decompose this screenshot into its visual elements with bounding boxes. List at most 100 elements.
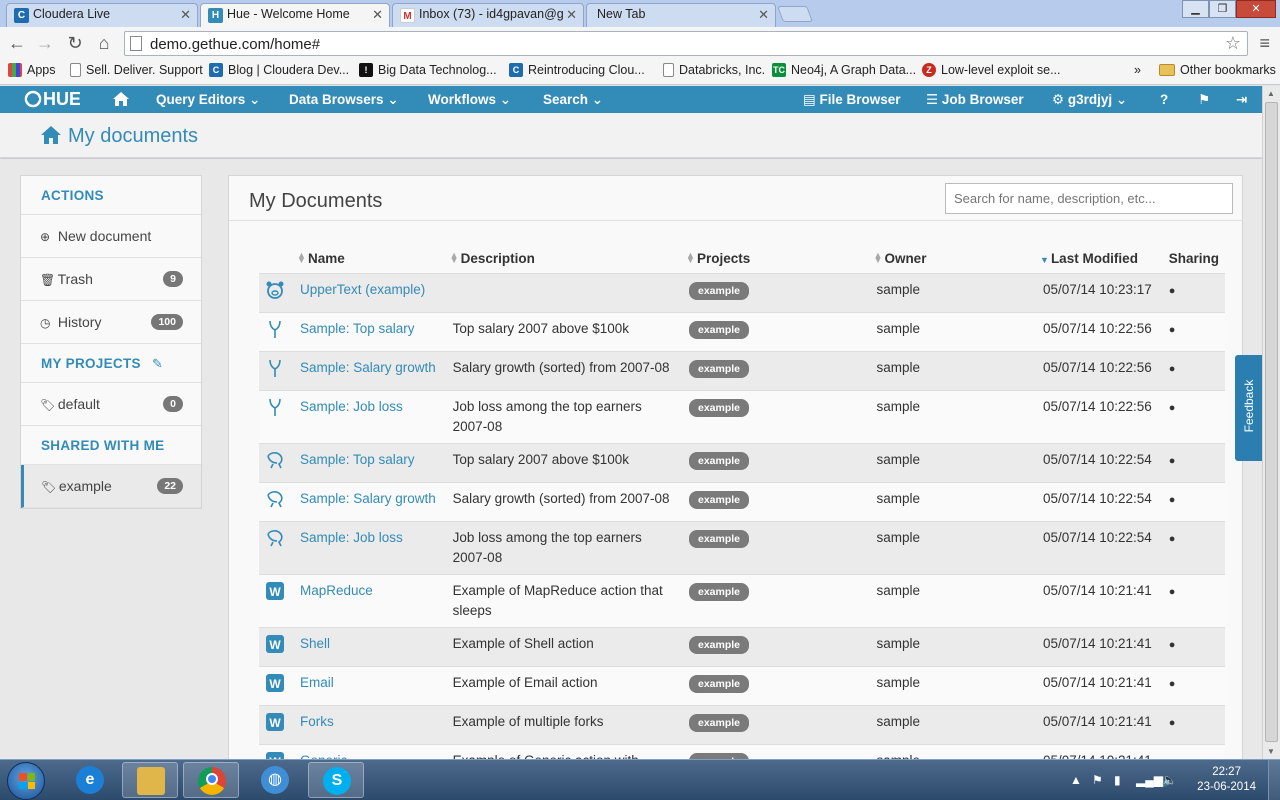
network-globe-taskbar[interactable]: ◍ <box>247 762 303 798</box>
column-header-description[interactable]: ▲ ▼ Description <box>446 244 683 274</box>
table-row[interactable]: W Forks Example of multiple forks example sa… <box>259 705 1225 745</box>
reload-icon[interactable]: ↻ <box>64 32 86 54</box>
bookmark-other-bookmarks[interactable]: Other bookmarks <box>1159 63 1276 77</box>
tab-cloudera-live[interactable]: C Cloudera Live ✕ <box>6 3 198 27</box>
power-icon[interactable]: ▮ <box>1114 773 1121 787</box>
table-row[interactable]: Sample: Job loss Job loss among the top e… <box>259 390 1225 444</box>
table-row[interactable]: Sample: Top salary Top salary 2007 above … <box>259 443 1225 483</box>
document-link[interactable]: Forks <box>300 714 334 729</box>
file-browser-link[interactable]: ▤ File Browser <box>803 92 901 108</box>
tab-gmail-inbox[interactable]: M Inbox (73) - id4gpavan@g ✕ <box>392 3 584 27</box>
user-icon[interactable]: ● <box>1169 639 1176 651</box>
user-icon[interactable]: ● <box>1169 678 1176 690</box>
document-link[interactable]: Sample: Salary growth <box>300 360 436 375</box>
column-header-owner[interactable]: ▲ ▼ Owner <box>870 244 1037 274</box>
document-link[interactable]: Sample: Job loss <box>300 530 403 545</box>
project-badge[interactable]: example <box>688 529 750 548</box>
table-row[interactable]: Sample: Salary growth Salary growth (sort… <box>259 482 1225 522</box>
sidebar-item-new-document[interactable]: ⊕ New document <box>21 215 201 258</box>
chrome-menu-icon[interactable]: ≡ <box>1259 34 1270 52</box>
table-row[interactable]: Sample: Job loss Job loss among the top e… <box>259 521 1225 575</box>
document-link[interactable]: Sample: Job loss <box>300 399 403 414</box>
user-icon[interactable]: ● <box>1169 285 1176 297</box>
close-window-button[interactable]: ✕ <box>1236 0 1276 18</box>
project-badge[interactable]: example <box>688 451 750 470</box>
table-row[interactable]: Sample: Top salary Top salary 2007 above … <box>259 312 1225 352</box>
sidebar-item-example[interactable]: 🏷 example 22 <box>21 465 201 508</box>
project-badge[interactable]: example <box>688 635 750 654</box>
document-link[interactable]: MapReduce <box>300 583 373 598</box>
new-tab-button[interactable] <box>777 6 813 22</box>
workflows-menu[interactable]: Workflows ⌄ <box>428 92 511 108</box>
file-explorer-taskbar[interactable] <box>122 762 178 798</box>
user-icon[interactable]: ● <box>1169 586 1176 598</box>
back-arrow-icon[interactable]: ← <box>6 32 28 54</box>
search-input[interactable] <box>945 183 1233 214</box>
chrome-taskbar[interactable] <box>183 762 239 798</box>
project-badge[interactable]: example <box>688 490 750 509</box>
home-icon[interactable] <box>112 91 130 110</box>
maximize-button[interactable]: ❐ <box>1209 0 1236 18</box>
document-link[interactable]: Email <box>300 675 334 690</box>
user-icon[interactable]: ● <box>1169 533 1176 545</box>
help-icon[interactable]: ? <box>1160 92 1168 107</box>
user-icon[interactable]: ● <box>1169 402 1176 414</box>
table-row[interactable]: Sample: Salary growth Salary growth (sort… <box>259 351 1225 391</box>
skype-taskbar[interactable]: S <box>308 762 364 798</box>
scroll-down-arrow-icon[interactable]: ▼ <box>1267 747 1275 756</box>
table-row[interactable]: W Email Example of Email action example samp… <box>259 666 1225 706</box>
document-link[interactable]: Sample: Salary growth <box>300 491 436 506</box>
table-row[interactable]: UpperText (example) example sample 05/07/14… <box>259 273 1225 313</box>
project-badge[interactable]: example <box>688 359 750 378</box>
taskbar-clock[interactable]: 22:27 23-06-2014 <box>1197 765 1256 795</box>
tab-hue-welcome-home[interactable]: H Hue - Welcome Home ✕ <box>200 3 390 27</box>
project-badge[interactable]: example <box>688 398 750 417</box>
project-badge[interactable]: example <box>688 320 750 339</box>
page-scrollbar[interactable]: ▲ ▼ <box>1262 86 1280 759</box>
volume-icon[interactable]: 🔈 <box>1162 773 1177 787</box>
show-hidden-icons-icon[interactable]: ▲ <box>1070 773 1082 787</box>
bookmark-neo4j[interactable]: TC Neo4j, A Graph Data... <box>772 63 916 77</box>
user-icon[interactable]: ● <box>1169 324 1176 336</box>
close-icon[interactable]: ✕ <box>566 7 577 23</box>
hue-logo[interactable]: HUE <box>24 89 81 115</box>
project-badge[interactable]: example <box>688 674 750 693</box>
close-icon[interactable]: ✕ <box>758 7 769 23</box>
search-menu[interactable]: Search ⌄ <box>543 92 603 108</box>
feedback-tab[interactable]: Feedback <box>1235 355 1262 461</box>
job-browser-link[interactable]: ☰ Job Browser <box>926 92 1024 108</box>
flag-icon[interactable]: ⚑ <box>1198 92 1210 108</box>
bookmark-big-data-technology[interactable]: ! Big Data Technolog... <box>359 63 497 77</box>
document-link[interactable]: Shell <box>300 636 330 651</box>
signal-icon[interactable]: ▂▄▆ <box>1136 773 1163 787</box>
action-center-icon[interactable]: ⚑ <box>1092 773 1103 787</box>
bookmark-apps[interactable]: Apps <box>8 63 56 77</box>
project-badge[interactable]: example <box>688 582 750 601</box>
forward-arrow-icon[interactable]: → <box>34 32 56 54</box>
internet-explorer-taskbar[interactable]: e <box>62 762 118 798</box>
document-link[interactable]: Sample: Top salary <box>300 321 415 336</box>
document-link[interactable]: UpperText (example) <box>300 282 425 297</box>
pencil-icon[interactable]: ✎ <box>152 356 163 372</box>
column-header-projects[interactable]: ▲ ▼ Projects <box>682 244 871 274</box>
document-link[interactable]: Sample: Top salary <box>300 452 415 467</box>
user-icon[interactable]: ● <box>1169 494 1176 506</box>
scroll-up-arrow-icon[interactable]: ▲ <box>1267 89 1275 98</box>
data-browsers-menu[interactable]: Data Browsers ⌄ <box>289 92 399 108</box>
close-icon[interactable]: ✕ <box>180 7 191 23</box>
scrollbar-thumb[interactable] <box>1265 102 1278 742</box>
table-row[interactable]: W MapReduce Example of MapReduce action th… <box>259 574 1225 628</box>
bookmark-sell-deliver-support[interactable]: Sell. Deliver. Support <box>70 63 203 77</box>
bookmark-databricks[interactable]: Databricks, Inc. <box>663 63 765 77</box>
bookmarks-overflow-chevron[interactable]: » <box>1134 63 1141 77</box>
bookmark-reintroducing-cloudera[interactable]: C Reintroducing Clou... <box>509 63 645 77</box>
column-header-last-modified[interactable]: ▼ Last Modified <box>1036 244 1163 274</box>
bookmark-low-level-exploit[interactable]: Z Low-level exploit se... <box>922 63 1061 77</box>
user-icon[interactable]: ● <box>1169 717 1176 729</box>
address-bar[interactable]: demo.gethue.com/home# ☆ <box>124 31 1248 56</box>
bookmark-cloudera-blog[interactable]: C Blog | Cloudera Dev... <box>209 63 349 77</box>
query-editors-menu[interactable]: Query Editors ⌄ <box>156 92 260 108</box>
sidebar-item-default[interactable]: 🏷 default 0 <box>21 383 201 426</box>
bookmark-star-icon[interactable]: ☆ <box>1225 33 1241 54</box>
show-desktop-button[interactable] <box>1268 760 1280 800</box>
